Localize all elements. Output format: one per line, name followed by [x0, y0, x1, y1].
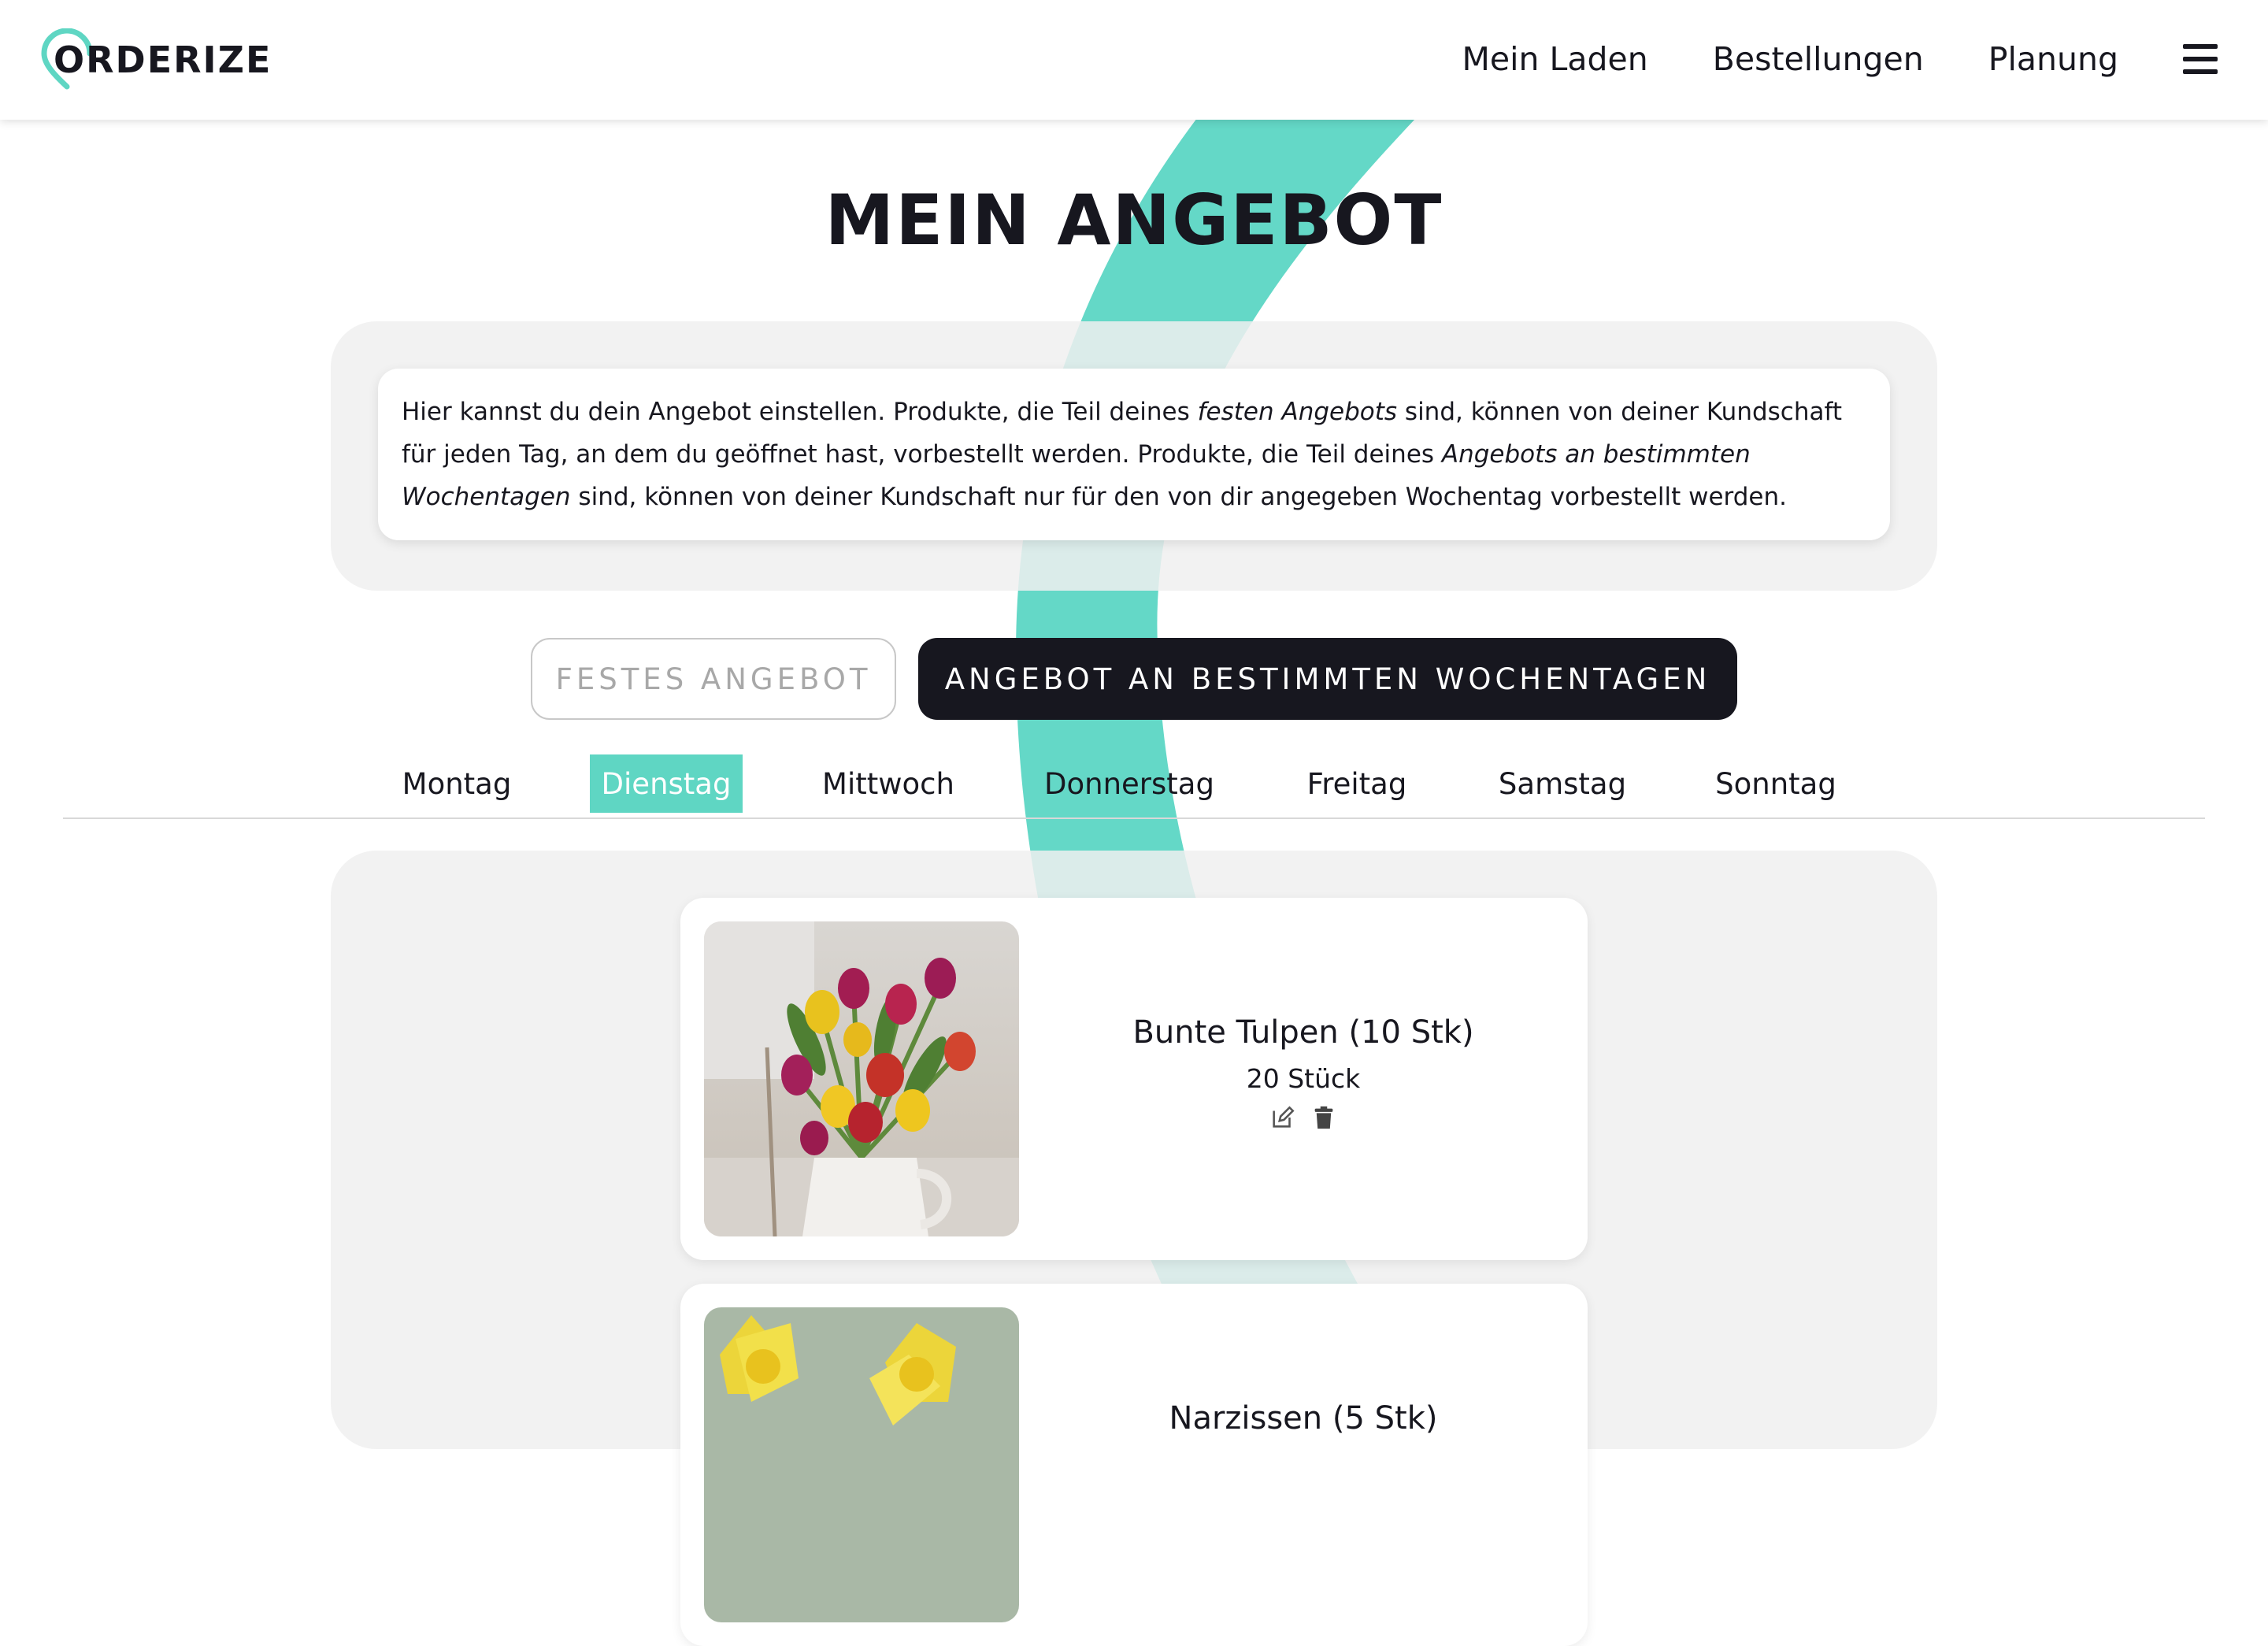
info-text-part1: Hier kannst du dein Angebot einstellen. …	[402, 398, 1198, 426]
product-card[interactable]: Bunte Tulpen (10 Stk) 20 Stück	[680, 898, 1588, 1260]
info-emphasis-fixed: festen Angebots	[1197, 398, 1398, 426]
tabs-divider	[63, 817, 2205, 819]
product-name: Bunte Tulpen (10 Stk)	[1132, 1014, 1474, 1051]
tab-samstag[interactable]: Samstag	[1496, 754, 1629, 813]
orderize-logo[interactable]: ORDERIZE	[39, 27, 272, 93]
tab-donnerstag[interactable]: Donnerstag	[1043, 754, 1216, 813]
trash-icon[interactable]	[1310, 1104, 1337, 1131]
products-panel: Bunte Tulpen (10 Stk) 20 Stück Narzissen…	[331, 851, 1937, 1646]
nav-planung[interactable]: Planung	[1988, 40, 2118, 78]
info-text-part3: sind, können von deiner Kundschaft nur f…	[570, 483, 1787, 511]
tab-sonntag[interactable]: Sonntag	[1714, 754, 1838, 813]
fixed-offer-button[interactable]: FESTES ANGEBOT	[531, 638, 896, 720]
product-image-daffodils	[704, 1307, 1019, 1622]
page-title: MEIN ANGEBOT	[825, 180, 1443, 261]
info-panel: Hier kannst du dein Angebot einstellen. …	[331, 321, 1937, 591]
tab-dienstag[interactable]: Dienstag	[590, 754, 743, 813]
product-name: Narzissen (5 Stk)	[1169, 1400, 1438, 1437]
product-image-tulips	[704, 921, 1019, 1236]
main-nav: Mein Laden Bestellungen Planung	[1462, 0, 2268, 118]
nav-mein-laden[interactable]: Mein Laden	[1462, 40, 1648, 78]
hamburger-menu-icon[interactable]	[2183, 44, 2218, 74]
tab-montag[interactable]: Montag	[398, 754, 515, 813]
edit-icon[interactable]	[1269, 1104, 1296, 1131]
product-actions	[1019, 1104, 1588, 1131]
product-quantity: 20 Stück	[1246, 1063, 1361, 1094]
tab-freitag[interactable]: Freitag	[1301, 754, 1413, 813]
weekday-tabs: Montag Dienstag Mittwoch Donnerstag Frei…	[0, 754, 2268, 813]
product-card[interactable]: Narzissen (5 Stk)	[680, 1284, 1588, 1646]
info-text: Hier kannst du dein Angebot einstellen. …	[378, 369, 1890, 540]
top-navbar: ORDERIZE Mein Laden Bestellungen Planung	[0, 0, 2268, 120]
logo-text: ORDERIZE	[54, 39, 272, 81]
nav-bestellungen[interactable]: Bestellungen	[1713, 40, 1924, 78]
weekday-offer-button[interactable]: ANGEBOT AN BESTIMMTEN WOCHENTAGEN	[918, 638, 1737, 720]
tab-mittwoch[interactable]: Mittwoch	[819, 754, 958, 813]
